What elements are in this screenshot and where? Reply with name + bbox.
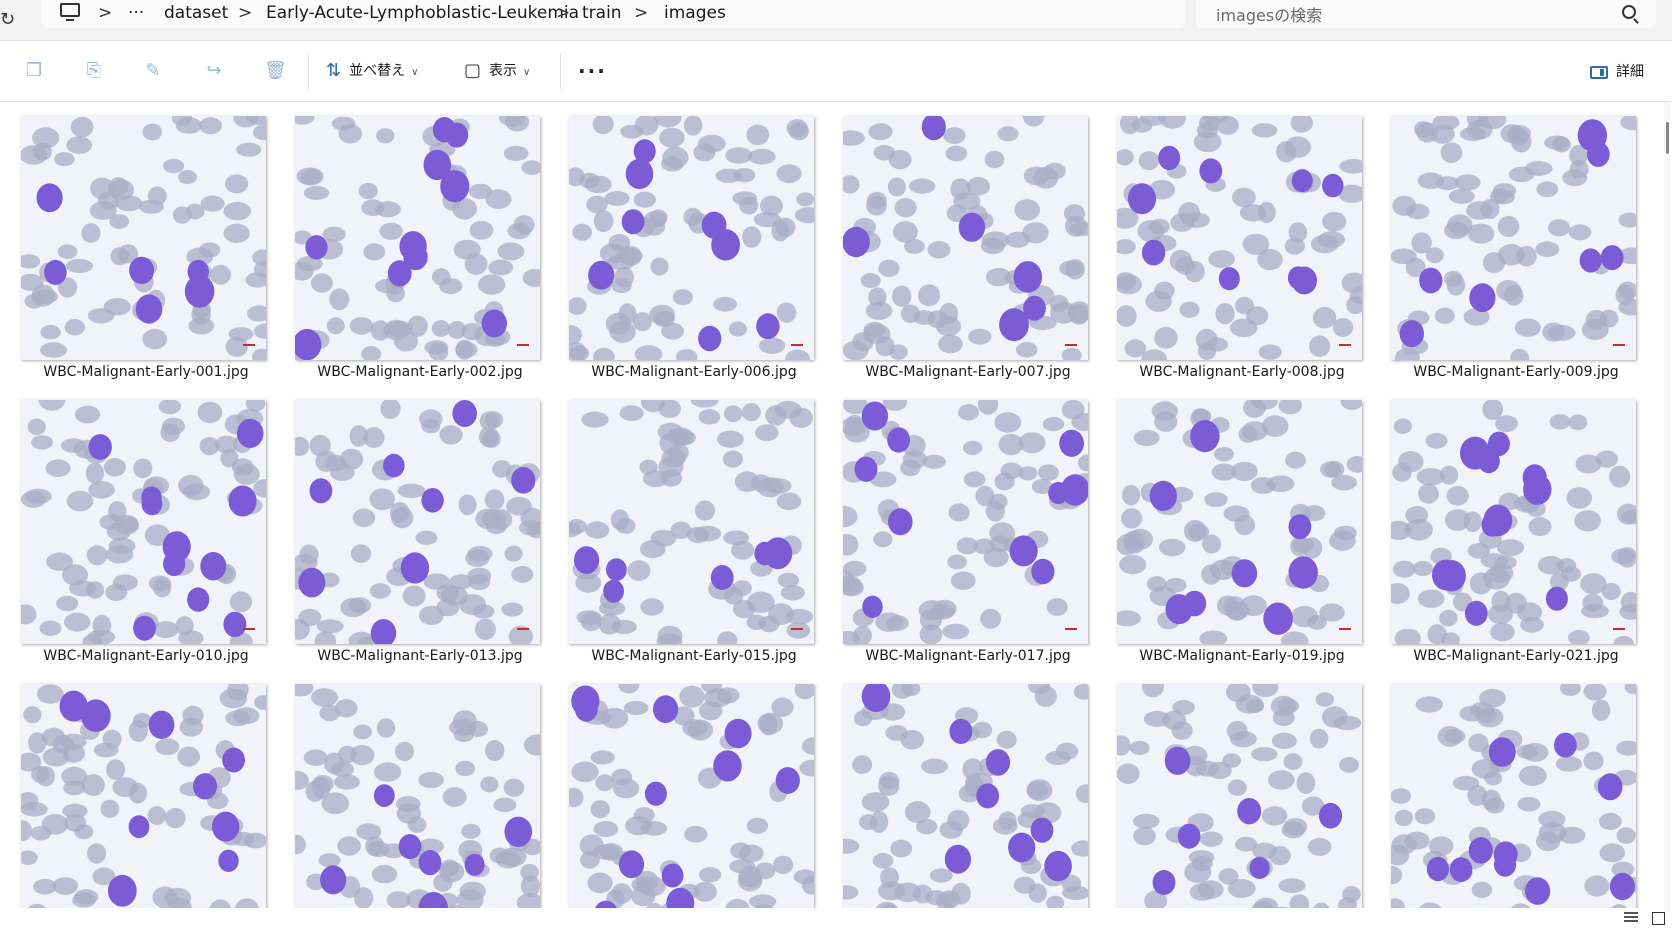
image-thumbnail[interactable]	[1117, 684, 1362, 908]
image-thumbnail[interactable]	[843, 684, 1088, 908]
image-thumbnail[interactable]	[295, 400, 540, 644]
breadcrumb-images[interactable]: images	[664, 2, 726, 24]
toolbar-divider	[560, 53, 561, 89]
image-thumbnail[interactable]	[1117, 116, 1362, 360]
breadcrumb-dataset[interactable]: dataset	[164, 2, 228, 24]
search-icon[interactable]	[1622, 5, 1636, 19]
sort-label: 並べ替え	[349, 63, 406, 79]
chevron-right-icon[interactable]: >	[556, 2, 570, 24]
details-view-icon[interactable]	[1624, 912, 1638, 926]
more-options-button[interactable]: ···	[578, 59, 607, 83]
file-name[interactable]: WBC-Malignant-Early-015.jpg	[569, 648, 819, 664]
image-thumbnail[interactable]	[1391, 116, 1636, 360]
search-box[interactable]: imagesの検索	[1196, 0, 1656, 28]
breadcrumb-overflow[interactable]: ···	[128, 2, 144, 24]
image-thumbnail[interactable]	[1117, 400, 1362, 644]
this-pc-icon[interactable]	[60, 3, 80, 21]
details-label: 詳細	[1616, 64, 1644, 80]
rename-icon[interactable]: ✎	[143, 61, 163, 81]
scrollbar-thumb[interactable]	[1666, 122, 1669, 154]
details-pane-button[interactable]: 詳細	[1590, 61, 1644, 81]
file-name[interactable]: WBC-Malignant-Early-019.jpg	[1117, 648, 1367, 664]
file-name[interactable]: WBC-Malignant-Early-009.jpg	[1391, 364, 1641, 380]
image-thumbnail[interactable]	[1391, 684, 1636, 908]
image-thumbnail[interactable]	[569, 684, 814, 908]
image-thumbnail[interactable]	[1391, 400, 1636, 644]
image-thumbnail[interactable]	[21, 684, 266, 908]
chevron-right-icon[interactable]: >	[634, 2, 648, 24]
image-thumbnail[interactable]	[569, 116, 814, 360]
file-name[interactable]: WBC-Malignant-Early-010.jpg	[21, 648, 271, 664]
view-label: 表示	[489, 63, 518, 79]
image-thumbnail[interactable]	[843, 400, 1088, 644]
file-grid: WBC-Malignant-Early-001.jpg WBC-Malignant…	[0, 102, 1660, 908]
image-thumbnail[interactable]	[569, 400, 814, 644]
image-thumbnail[interactable]	[21, 116, 266, 360]
image-thumbnail[interactable]	[843, 116, 1088, 360]
search-input[interactable]: imagesの検索	[1216, 2, 1322, 26]
file-name[interactable]: WBC-Malignant-Early-008.jpg	[1117, 364, 1367, 380]
details-pane-icon	[1590, 65, 1608, 79]
refresh-icon[interactable]: ↻	[0, 9, 16, 31]
chevron-right-icon[interactable]: >	[98, 2, 112, 24]
image-thumbnail[interactable]	[295, 684, 540, 908]
file-name[interactable]: WBC-Malignant-Early-017.jpg	[843, 648, 1093, 664]
breadcrumb-train[interactable]: train	[582, 2, 622, 24]
command-bar: ❐ ⎘ ✎ ↪ 🗑 ⇅ 並べ替え ∨ ▢ 表示 ∨ ··· 詳細	[0, 41, 1672, 102]
paste-icon[interactable]: ⎘	[84, 61, 104, 81]
view-icon: ▢	[464, 60, 482, 81]
breadcrumb-early-all[interactable]: Early-Acute-Lymphoblastic-Leukemia	[266, 2, 579, 24]
chevron-down-icon: ∨	[523, 67, 531, 78]
large-icons-view-icon[interactable]	[1652, 912, 1665, 925]
scrollbar-track[interactable]	[1664, 102, 1670, 912]
address-bar[interactable]: > ··· dataset > Early-Acute-Lymphoblasti…	[42, 0, 1185, 28]
image-thumbnail[interactable]	[21, 400, 266, 644]
file-name[interactable]: WBC-Malignant-Early-021.jpg	[1391, 648, 1641, 664]
view-button[interactable]: ▢ 表示 ∨	[464, 59, 530, 83]
trash-icon[interactable]: 🗑	[264, 61, 287, 81]
sort-button[interactable]: ⇅ 並べ替え ∨	[326, 59, 418, 83]
file-name[interactable]: WBC-Malignant-Early-007.jpg	[843, 364, 1093, 380]
chevron-down-icon: ∨	[411, 67, 419, 78]
address-toolbar: ↻ > ··· dataset > Early-Acute-Lymphoblas…	[0, 0, 1672, 41]
file-name[interactable]: WBC-Malignant-Early-001.jpg	[21, 364, 271, 380]
toolbar-divider	[308, 53, 309, 89]
copy-icon[interactable]: ❐	[24, 61, 44, 81]
file-name[interactable]: WBC-Malignant-Early-006.jpg	[569, 364, 819, 380]
file-name[interactable]: WBC-Malignant-Early-013.jpg	[295, 648, 545, 664]
image-thumbnail[interactable]	[295, 116, 540, 360]
file-name[interactable]: WBC-Malignant-Early-002.jpg	[295, 364, 545, 380]
chevron-right-icon[interactable]: >	[238, 2, 252, 24]
sort-icon: ⇅	[326, 60, 342, 81]
share-icon[interactable]: ↪	[204, 61, 224, 81]
